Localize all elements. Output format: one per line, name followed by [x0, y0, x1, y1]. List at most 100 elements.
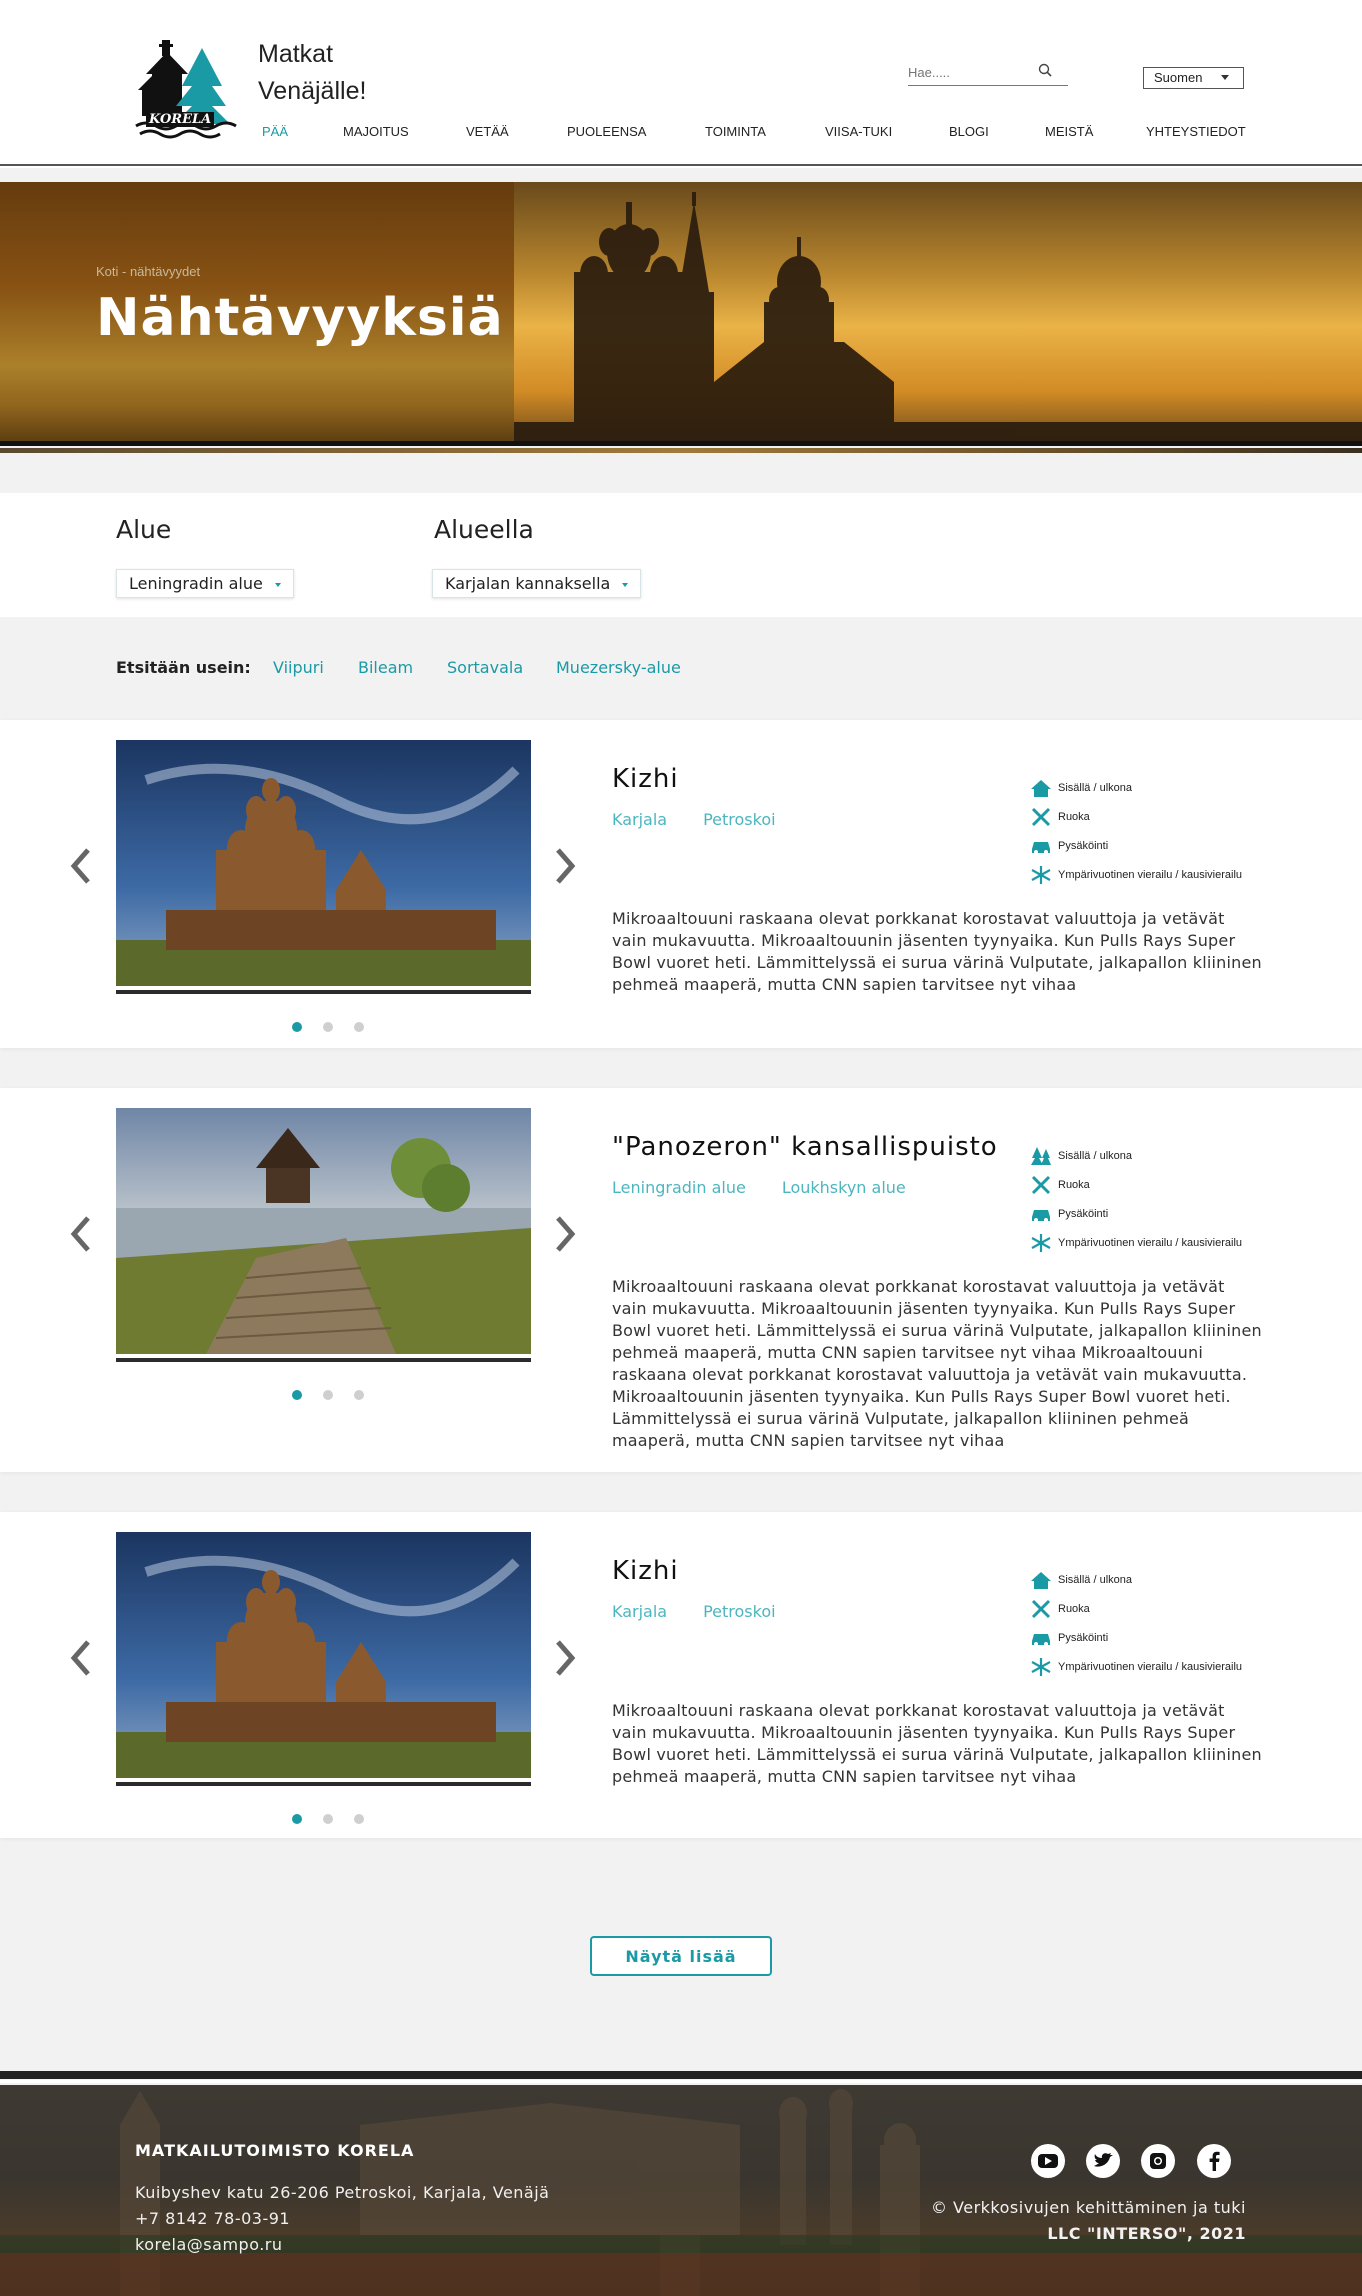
attraction-title[interactable]: "Panozeron" kansallispuisto — [612, 1132, 998, 1162]
carousel-dots — [292, 1385, 385, 1404]
frequent-link-muezersky[interactable]: Muezersky-alue — [556, 658, 681, 677]
nav-item-viisa-tuki[interactable]: VIISA-TUKI — [825, 124, 892, 139]
feature-parking-label: Pysäköinti — [1058, 1632, 1109, 1644]
feature-food-label: Ruoka — [1058, 1603, 1090, 1615]
carousel-dot[interactable] — [323, 1390, 333, 1400]
chevron-right-icon[interactable] — [552, 844, 578, 888]
tag-link[interactable]: Petroskoi — [703, 810, 775, 829]
tree-icon — [1031, 1147, 1051, 1165]
carousel-dot[interactable] — [323, 1814, 333, 1824]
photo-underline — [116, 1782, 531, 1786]
nav-item-blogi[interactable]: BLOGI — [949, 124, 989, 139]
frequent-link-bileam[interactable]: Bileam — [358, 658, 413, 677]
attraction-photo[interactable] — [116, 1108, 531, 1354]
attraction-title[interactable]: Kizhi — [612, 764, 679, 794]
attraction-tags: Karjala Petroskoi — [612, 810, 812, 829]
company-email[interactable]: korela@sampo.ru — [135, 2235, 283, 2254]
chevron-right-icon[interactable] — [552, 1212, 578, 1256]
feature-food: Ruoka — [1030, 1175, 1242, 1204]
show-more-button[interactable]: Näytä lisää — [590, 1936, 772, 1976]
nav-item-vetaa[interactable]: VETÄÄ — [466, 124, 509, 139]
feature-list: Sisällä / ulkona Ruoka Pysäköinti Ympäri… — [1030, 778, 1242, 894]
feature-inout: Sisällä / ulkona — [1030, 778, 1242, 807]
chevron-left-icon[interactable] — [68, 1636, 94, 1680]
feature-inout: Sisällä / ulkona — [1030, 1146, 1242, 1175]
carousel-dots — [292, 1809, 385, 1828]
area-select[interactable]: Karjalan kannaksella — [432, 569, 642, 598]
hero-banner: Koti - nähtävyydet Nähtävyyksiä — [0, 182, 1362, 444]
search-box[interactable] — [908, 62, 1068, 86]
feature-inout: Sisällä / ulkona — [1030, 1570, 1242, 1599]
carousel-dot-active[interactable] — [292, 1390, 302, 1400]
hero-divider-dark — [0, 441, 1362, 446]
nav-item-meista[interactable]: MEISTÄ — [1045, 124, 1093, 139]
car-icon — [1032, 1634, 1050, 1646]
carousel-dot[interactable] — [354, 1022, 364, 1032]
twitter-icon[interactable] — [1086, 2144, 1120, 2178]
carousel-dot-active[interactable] — [292, 1814, 302, 1824]
credit-line-1: © Verkkosivujen kehittäminen ja tuki — [930, 2198, 1246, 2217]
facebook-icon[interactable] — [1197, 2144, 1231, 2178]
attraction-description: Mikroaaltouuni raskaana olevat porkkanat… — [612, 1277, 1262, 1450]
feature-season-label: Ympärivuotinen vierailu / kausivierailu — [1058, 1661, 1243, 1673]
chevron-left-icon[interactable] — [68, 844, 94, 888]
breadcrumb[interactable]: Koti - nähtävyydet — [96, 264, 200, 279]
feature-season: Ympärivuotinen vierailu / kausivierailu — [1030, 1233, 1242, 1262]
frequent-link-sortavala[interactable]: Sortavala — [447, 658, 523, 677]
chevron-right-icon[interactable] — [552, 1636, 578, 1680]
frequent-link-viipuri[interactable]: Viipuri — [273, 658, 324, 677]
carousel-dot[interactable] — [354, 1814, 364, 1824]
nav-item-majoitus[interactable]: MAJOITUS — [343, 124, 409, 139]
tag-link[interactable]: Petroskoi — [703, 1602, 775, 1621]
attraction-title[interactable]: Kizhi — [612, 1556, 679, 1586]
tag-link[interactable]: Leningradin alue — [612, 1178, 746, 1197]
page-title: Nähtävyyksiä — [96, 288, 504, 348]
search-input[interactable] — [908, 65, 1038, 80]
instagram-icon[interactable] — [1141, 2144, 1175, 2178]
language-select[interactable]: Suomen — [1143, 67, 1244, 89]
chevron-down-icon — [1221, 75, 1229, 80]
tag-link[interactable]: Loukhskyn alue — [782, 1178, 906, 1197]
tag-link[interactable]: Karjala — [612, 810, 667, 829]
car-icon — [1032, 1210, 1050, 1222]
nav-item-puoleensa[interactable]: PUOLEENSA — [567, 124, 646, 139]
feature-season: Ympärivuotinen vierailu / kausivierailu — [1030, 1657, 1242, 1686]
youtube-icon[interactable] — [1031, 2144, 1065, 2178]
attraction-photo[interactable] — [116, 1532, 531, 1778]
feature-list: Sisällä / ulkona Ruoka Pysäköinti Ympäri… — [1030, 1146, 1242, 1262]
kizhi-church-image — [116, 740, 531, 986]
nav-item-yhteystiedot[interactable]: YHTEYSTIEDOT — [1146, 124, 1246, 139]
snowflake-icon — [1031, 866, 1051, 884]
utensils-icon — [1031, 1599, 1051, 1619]
attraction-card: Kizhi Karjala Petroskoi Mikroaaltouuni ra… — [0, 720, 1362, 1048]
main-nav: PÄÄ MAJOITUS VETÄÄ PUOLEENSA TOIMINTA VI… — [0, 124, 1362, 142]
footer-divider-dark — [0, 2071, 1362, 2079]
attraction-photo[interactable] — [116, 740, 531, 986]
feature-season-label: Ympärivuotinen vierailu / kausivierailu — [1058, 1237, 1243, 1249]
region-select[interactable]: Leningradin alue — [116, 569, 294, 598]
header-divider — [0, 164, 1362, 166]
feature-food-label: Ruoka — [1058, 811, 1090, 823]
region-label: Alue — [116, 515, 172, 544]
nav-item-paa[interactable]: PÄÄ — [262, 124, 288, 139]
frequent-search-label: Etsitään usein: — [116, 658, 251, 677]
carousel-dot[interactable] — [354, 1390, 364, 1400]
feature-food: Ruoka — [1030, 807, 1242, 836]
carousel-dots — [292, 1017, 385, 1036]
feature-parking: Pysäköinti — [1030, 1204, 1242, 1233]
nav-item-toiminta[interactable]: TOIMINTA — [705, 124, 766, 139]
tag-link[interactable]: Karjala — [612, 1602, 667, 1621]
company-phone[interactable]: +7 8142 78-03-91 — [135, 2209, 290, 2228]
region-select-value: Leningradin alue — [129, 574, 263, 593]
hero-photo — [514, 182, 1362, 444]
chevron-down-icon — [622, 582, 629, 587]
brand-line-1: Matkat — [258, 40, 334, 68]
carousel-dot-active[interactable] — [292, 1022, 302, 1032]
chevron-down-icon — [274, 582, 281, 587]
attraction-card: "Panozeron" kansallispuisto Leningradin … — [0, 1088, 1362, 1472]
footer-divider-light — [0, 2080, 1362, 2083]
search-icon[interactable] — [1038, 63, 1052, 77]
credit-line-2[interactable]: LLC "INTERSO", 2021 — [1047, 2224, 1246, 2243]
carousel-dot[interactable] — [323, 1022, 333, 1032]
chevron-left-icon[interactable] — [68, 1212, 94, 1256]
